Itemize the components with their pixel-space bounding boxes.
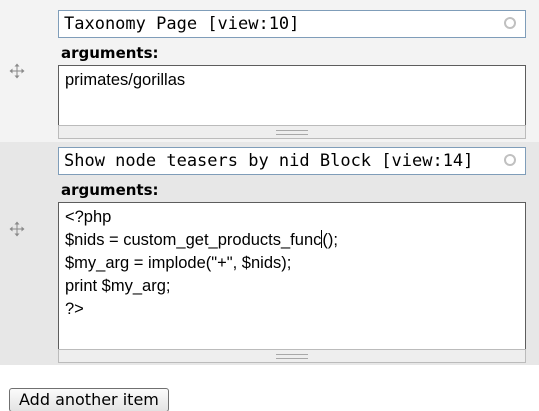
arguments-line: <?php xyxy=(65,208,112,226)
autocomplete-throbber-icon xyxy=(504,17,516,29)
arguments-line: primates/gorillas xyxy=(65,71,186,89)
arguments-line-with-caret: $nids = custom_get_products_func(); xyxy=(65,229,519,252)
arguments-textarea[interactable]: <?php $nids = custom_get_products_func()… xyxy=(58,202,526,349)
arguments-line-text: $nids = custom_get_products_func(); xyxy=(65,230,338,249)
arguments-label: arguments: xyxy=(61,44,159,62)
view-input-value: Show node teasers by nid Block [view:14] xyxy=(64,151,474,171)
view-input-value: Taxonomy Page [view:10] xyxy=(64,14,300,34)
resize-grippie-icon[interactable] xyxy=(58,125,526,139)
arguments-textarea[interactable]: primates/gorillas xyxy=(58,65,526,125)
add-another-item-button[interactable]: Add another item xyxy=(9,388,169,411)
arguments-line: ?> xyxy=(65,300,84,318)
arguments-label: arguments: xyxy=(61,181,159,199)
view-autocomplete-input[interactable]: Taxonomy Page [view:10] xyxy=(58,10,526,38)
arguments-line: print $my_arg; xyxy=(65,277,171,295)
multi-value-field: Taxonomy Page [view:10] arguments: prima… xyxy=(0,0,539,411)
drag-handle-icon[interactable] xyxy=(9,221,25,237)
grip-lines xyxy=(276,130,308,135)
field-item-row: Show node teasers by nid Block [view:14]… xyxy=(0,142,539,365)
drag-handle-icon[interactable] xyxy=(9,63,25,79)
grip-lines xyxy=(276,354,308,359)
autocomplete-throbber-icon xyxy=(504,154,516,166)
arguments-line: $my_arg = implode("+", $nids); xyxy=(65,254,292,272)
view-autocomplete-input[interactable]: Show node teasers by nid Block [view:14] xyxy=(58,147,526,175)
resize-grippie-icon[interactable] xyxy=(58,349,526,363)
field-item-row: Taxonomy Page [view:10] arguments: prima… xyxy=(0,0,539,142)
arguments-text-after-caret: (); xyxy=(322,231,338,249)
arguments-text-before-caret: $nids = custom_get_products_func xyxy=(65,231,322,249)
